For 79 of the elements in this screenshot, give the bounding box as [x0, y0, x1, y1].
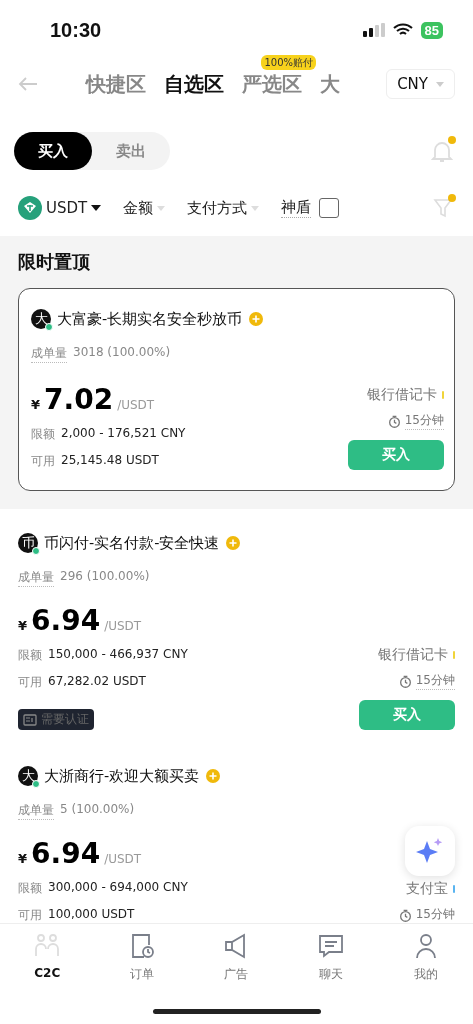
merchant-name: 大富豪-长期实名安全秒放币: [57, 309, 243, 329]
currency-select[interactable]: CNY: [386, 69, 455, 99]
section-tab[interactable]: 自选区: [164, 70, 224, 98]
limit-value: 150,000 - 466,937 CNY: [48, 647, 188, 663]
chat-icon: [317, 932, 346, 960]
tether-icon: [18, 196, 42, 220]
caret-icon: [91, 205, 102, 211]
payment-method: 银行借记卡: [367, 386, 437, 404]
available-value: 100,000 USDT: [48, 907, 135, 923]
available-label: 可用: [18, 907, 42, 923]
bottom-nav-item[interactable]: 我的: [395, 932, 456, 1024]
available-label: 可用: [31, 453, 55, 470]
bell-icon[interactable]: [431, 139, 453, 163]
payment-filter[interactable]: 支付方式: [187, 198, 260, 218]
filter-icon[interactable]: [433, 197, 453, 219]
shield-checkbox[interactable]: [319, 198, 340, 218]
bottom-nav-item[interactable]: 广告: [206, 932, 267, 1024]
timer-icon: [398, 908, 412, 922]
signal-icon: [362, 23, 385, 37]
price: 7.02: [44, 383, 114, 416]
bottom-nav-item[interactable]: 聊天: [301, 932, 362, 1024]
ai-assistant-button[interactable]: [405, 826, 455, 876]
verified-badge-icon: [205, 768, 222, 784]
timer-icon: [398, 674, 412, 688]
status-time: 10:30: [50, 18, 102, 42]
bottom-nav-item[interactable]: 订单: [111, 932, 172, 1024]
orders-label: 成单量: [18, 802, 54, 820]
payment-time: 15分钟: [404, 412, 444, 430]
back-arrow-icon[interactable]: [18, 76, 38, 92]
caret-icon: [436, 81, 444, 87]
wifi-icon: [392, 23, 413, 37]
battery-level: 85: [420, 21, 443, 39]
section-tab[interactable]: 大: [320, 70, 340, 98]
payment-method: 银行借记卡: [378, 646, 448, 664]
currency-sign: ¥: [31, 397, 41, 412]
orders-value: 3018 (100.00%): [73, 345, 171, 361]
price: 6.94: [31, 604, 101, 637]
orders-label: 成单量: [18, 569, 54, 587]
orders-value: 5 (100.00%): [60, 802, 135, 818]
limit-value: 300,000 - 694,000 CNY: [48, 880, 188, 896]
caret-icon: [251, 205, 260, 211]
price-unit: /USDT: [117, 398, 155, 412]
verified-badge-icon: [248, 311, 265, 327]
coin-filter[interactable]: USDT: [18, 196, 102, 220]
currency-sign: ¥: [18, 618, 28, 633]
shield-label: 神盾: [281, 198, 312, 218]
limit-label: 限额: [31, 426, 55, 443]
price-unit: /USDT: [104, 619, 142, 633]
section-tab[interactable]: 快捷区: [86, 70, 146, 98]
merchant-avatar: 大: [31, 309, 51, 329]
caret-icon: [157, 205, 166, 211]
available-label: 可用: [18, 674, 42, 691]
limit-value: 2,000 - 176,521 CNY: [61, 426, 186, 442]
trade-side-tab[interactable]: 买入: [14, 132, 92, 170]
tab-badge: 100%赔付: [261, 54, 316, 70]
merchant-name: 币闪付-实名付款-安全快速: [44, 533, 220, 553]
available-value: 67,282.02 USDT: [48, 674, 146, 690]
payment-time: 15分钟: [415, 672, 455, 690]
currency-sign: ¥: [18, 851, 28, 866]
limit-label: 限额: [18, 880, 42, 897]
timer-icon: [387, 414, 401, 428]
amount-filter[interactable]: 金额: [123, 198, 166, 218]
orders-value: 296 (100.00%): [60, 569, 150, 585]
merchant-avatar: 大: [18, 766, 38, 786]
price: 6.94: [31, 837, 101, 870]
limit-label: 限额: [18, 647, 42, 664]
price-unit: /USDT: [104, 852, 142, 866]
available-value: 25,145.48 USDT: [61, 453, 159, 469]
orders-label: 成单量: [31, 345, 67, 363]
trade-side-tab[interactable]: 卖出: [92, 132, 170, 170]
verification-tag: 需要认证: [18, 709, 94, 730]
payment-method: 支付宝: [406, 880, 448, 898]
merchant-avatar: 币: [18, 533, 38, 553]
bottom-nav-item[interactable]: C2C: [17, 932, 78, 1024]
verified-badge-icon: [225, 535, 242, 551]
id-card-icon: [23, 713, 37, 726]
section-title: 限时置顶: [18, 250, 91, 274]
section-tab[interactable]: 严选区: [242, 70, 302, 98]
merchant-name: 大浙商行-欢迎大额买卖: [44, 766, 200, 786]
